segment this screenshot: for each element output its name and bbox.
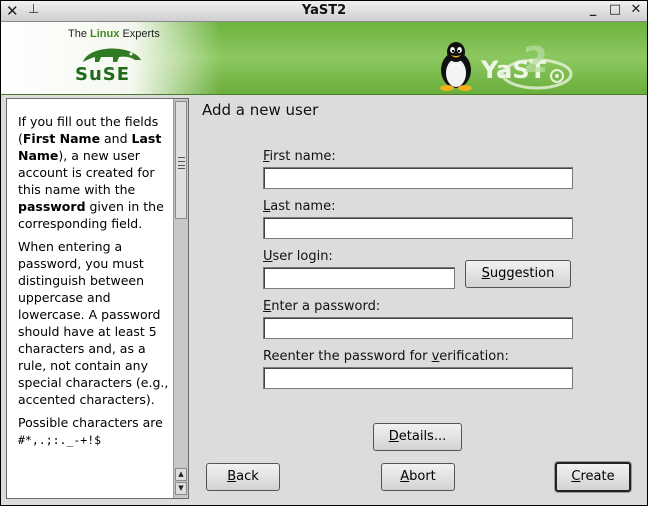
- password-label: Enter a password:: [263, 299, 381, 314]
- create-button[interactable]: Create: [555, 462, 631, 492]
- details-button[interactable]: Details...: [373, 423, 462, 451]
- help-text: If you fill out the fields (First Name a…: [7, 99, 173, 455]
- reenter-password-label: Reenter the password for verification:: [263, 349, 509, 364]
- title-bar[interactable]: ✕ ⊥ YaST2 _ □ ✕: [1, 1, 647, 22]
- maximize-icon[interactable]: □: [607, 2, 623, 18]
- last-name-label: Last name:: [263, 199, 336, 214]
- page-title: Add a new user: [202, 101, 319, 119]
- user-login-label: User login:: [263, 249, 333, 264]
- svg-text:2: 2: [523, 44, 548, 81]
- yast-logo: YaST 2: [480, 44, 573, 90]
- scrollbar-thumb[interactable]: [175, 101, 187, 219]
- help-paragraph-2: When entering a password, you must disti…: [18, 239, 169, 407]
- password-field[interactable]: [263, 317, 573, 339]
- first-name-label: First name:: [263, 149, 336, 164]
- close-icon[interactable]: ✕: [628, 2, 644, 18]
- help-scrollbar[interactable]: ▲ ▼: [173, 99, 188, 498]
- suse-logo: SuSE: [75, 64, 131, 85]
- back-button[interactable]: Back: [206, 463, 280, 491]
- first-name-field[interactable]: [263, 167, 573, 189]
- reenter-password-field[interactable]: [263, 367, 573, 389]
- tagline-suffix: Experts: [122, 28, 160, 40]
- scroll-down-icon[interactable]: ▼: [175, 482, 187, 495]
- chameleon-icon: [83, 48, 141, 62]
- abort-button[interactable]: Abort: [381, 463, 455, 491]
- tagline-brand: Linux: [90, 28, 120, 40]
- suggestion-button[interactable]: Suggestion: [465, 260, 571, 288]
- scroll-up-icon[interactable]: ▲: [175, 468, 187, 481]
- tux-penguin-icon: [440, 42, 472, 91]
- window-title: YaST2: [301, 3, 347, 18]
- help-paragraph-1: If you fill out the fields (First Name a…: [18, 114, 164, 231]
- banner-tagline: The Linux Experts: [68, 28, 160, 40]
- minimize-icon[interactable]: _: [585, 2, 601, 18]
- user-login-field[interactable]: [263, 267, 455, 289]
- help-paragraph-3: Possible characters are #*,.;:._-+!$: [18, 415, 163, 447]
- suse-banner: The Linux Experts SuSE YaST 2: [1, 22, 647, 95]
- grip-icon: [178, 157, 185, 169]
- last-name-field[interactable]: [263, 217, 573, 239]
- help-pane[interactable]: If you fill out the fields (First Name a…: [6, 98, 189, 499]
- yast-window: ✕ ⊥ YaST2 _ □ ✕ The Linux Experts SuSE Y…: [0, 0, 648, 506]
- tagline-prefix: The: [68, 28, 87, 40]
